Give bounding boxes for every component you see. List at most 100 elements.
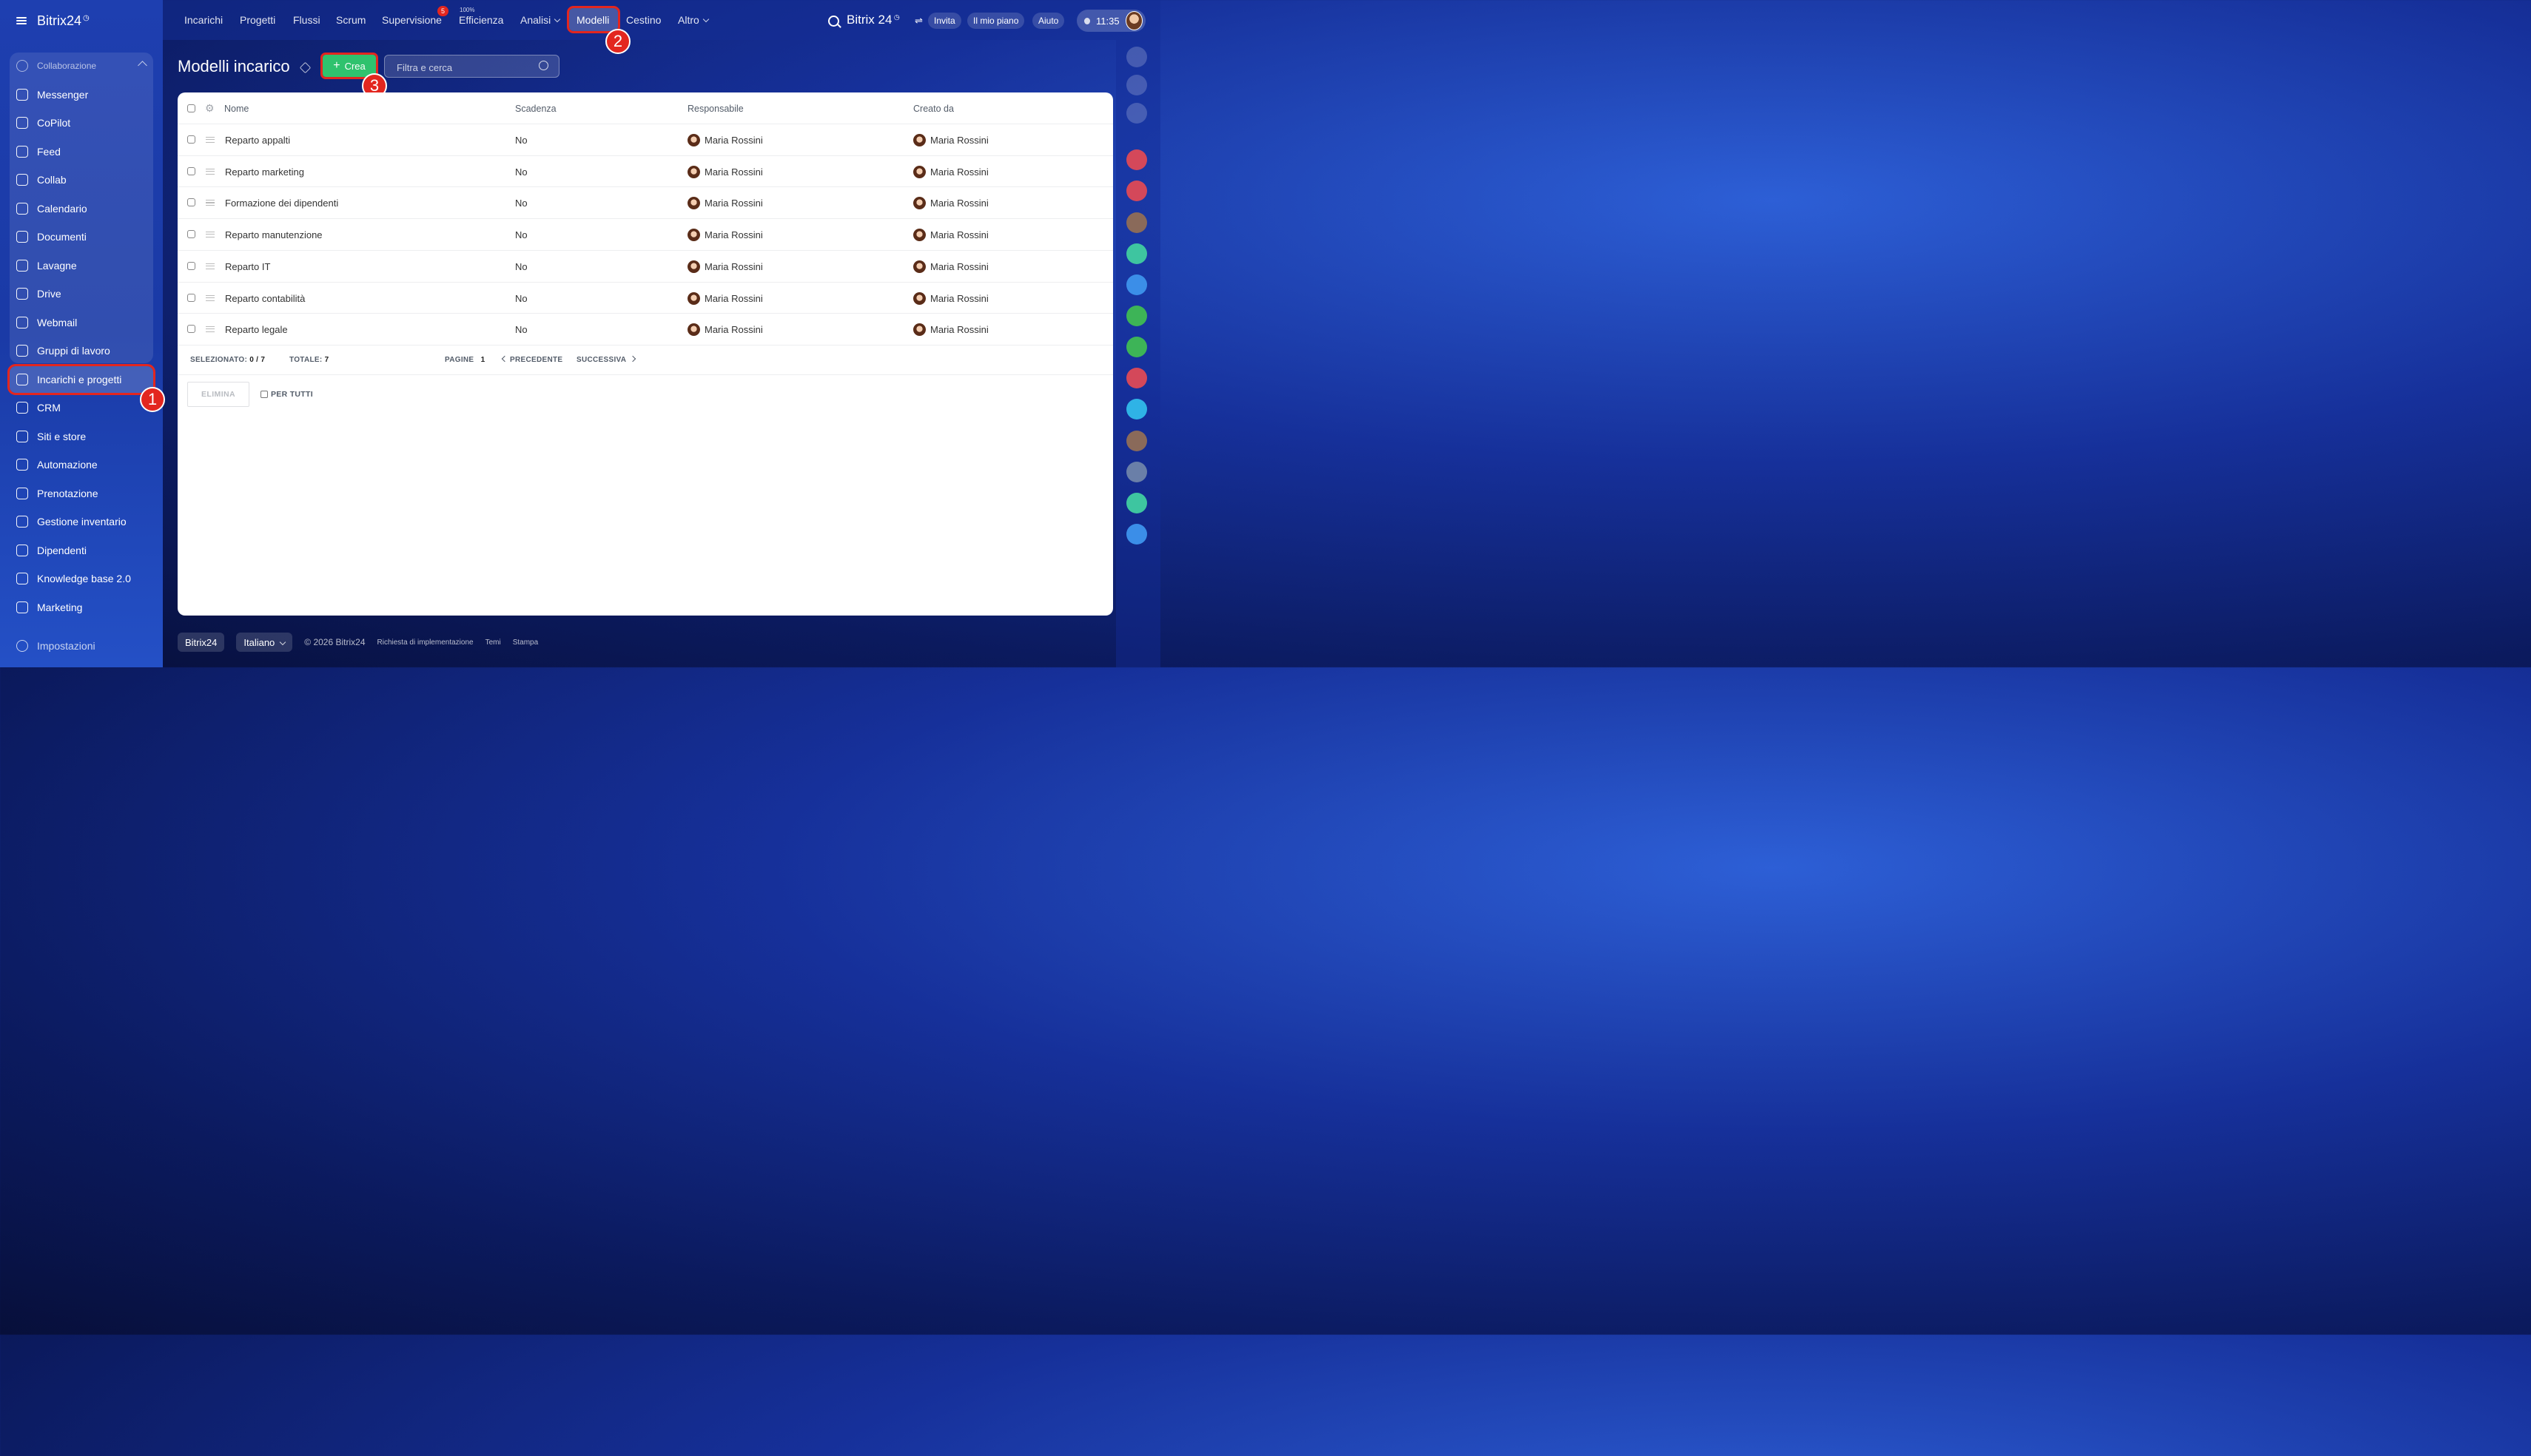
- print-link[interactable]: Stampa: [513, 638, 538, 647]
- creator-user[interactable]: Maria Rossini: [913, 229, 989, 242]
- user-avatar[interactable]: [1125, 11, 1143, 30]
- row-checkbox[interactable]: [187, 166, 195, 175]
- drag-handle-icon[interactable]: [206, 326, 215, 333]
- create-button[interactable]: + Crea: [320, 53, 378, 79]
- sidebar-item-dipendenti[interactable]: Dipendenti: [16, 539, 87, 562]
- nav-item-modelli[interactable]: Modelli: [577, 14, 609, 26]
- notes-chat-icon[interactable]: [1126, 493, 1147, 513]
- responsible-user[interactable]: Maria Rossini: [688, 323, 763, 337]
- search-icon[interactable]: [828, 16, 839, 27]
- drag-handle-icon[interactable]: [206, 137, 215, 143]
- template-name-link[interactable]: Reparto contabilità: [225, 293, 305, 304]
- settings-sliders-icon[interactable]: ⇌: [915, 15, 923, 27]
- row-checkbox[interactable]: [187, 135, 195, 144]
- my-plan-button[interactable]: Il mio piano: [967, 13, 1025, 29]
- responsible-user[interactable]: Maria Rossini: [688, 134, 763, 146]
- sidebar-item-settings[interactable]: Impostazioni: [16, 635, 95, 657]
- brand-logo[interactable]: Bitrix24: [37, 13, 81, 29]
- creator-user[interactable]: Maria Rossini: [913, 134, 989, 146]
- next-page-link[interactable]: SUCCESSIVA: [577, 355, 636, 364]
- column-header-responsible[interactable]: Responsabile: [688, 104, 744, 114]
- filter-search-input[interactable]: [395, 60, 539, 75]
- delete-button[interactable]: ELIMINA: [187, 382, 249, 407]
- bookmark-icon[interactable]: [1126, 524, 1147, 545]
- responsible-user[interactable]: Maria Rossini: [688, 291, 763, 305]
- creator-user[interactable]: Maria Rossini: [913, 323, 989, 337]
- group-chat-icon[interactable]: [1126, 337, 1147, 357]
- drag-handle-icon[interactable]: [206, 232, 215, 238]
- user-chat-avatar[interactable]: [1126, 212, 1147, 233]
- template-name-link[interactable]: Reparto IT: [225, 261, 270, 272]
- nav-item-progetti[interactable]: Progetti: [240, 14, 275, 26]
- template-name-link[interactable]: Formazione dei dipendenti: [225, 198, 338, 209]
- sidebar-item-automazione[interactable]: Automazione: [16, 454, 98, 476]
- drag-handle-icon[interactable]: [206, 168, 215, 175]
- template-name-link[interactable]: Reparto appalti: [225, 135, 290, 146]
- template-name-link[interactable]: Reparto marketing: [225, 166, 304, 178]
- calendar-chat-icon[interactable]: [1126, 274, 1147, 295]
- sidebar-item-prenotazione[interactable]: Prenotazione: [16, 482, 98, 505]
- brand-header[interactable]: Bitrix24 ◷: [16, 12, 90, 30]
- row-checkbox[interactable]: [187, 261, 195, 270]
- row-checkbox[interactable]: [187, 230, 195, 239]
- user-chat-avatar[interactable]: [1126, 431, 1147, 451]
- group-chat-icon[interactable]: [1126, 306, 1147, 326]
- sidebar-item-feed[interactable]: Feed: [16, 141, 61, 163]
- group-chat-icon[interactable]: [1126, 368, 1147, 388]
- responsible-user[interactable]: Maria Rossini: [688, 197, 763, 210]
- creator-user[interactable]: Maria Rossini: [913, 197, 989, 210]
- user-chat-avatar[interactable]: [1126, 462, 1147, 482]
- nav-item-cestino[interactable]: Cestino: [626, 14, 661, 26]
- copilot-rail-icon[interactable]: [1126, 75, 1147, 95]
- responsible-user[interactable]: Maria Rossini: [688, 260, 763, 273]
- nav-item-supervisione[interactable]: Supervisione: [382, 14, 442, 26]
- group-chat-icon[interactable]: [1126, 181, 1147, 201]
- pin-icon[interactable]: [299, 61, 312, 74]
- implementation-link[interactable]: Richiesta di implementazione: [377, 638, 474, 647]
- creator-user[interactable]: Maria Rossini: [913, 260, 989, 273]
- sidebar-item-crm[interactable]: CRM: [16, 397, 61, 419]
- sidebar-item-collab[interactable]: Collab: [16, 169, 67, 191]
- template-name-link[interactable]: Reparto manutenzione: [225, 229, 323, 240]
- sidebar-item-siti-e-store[interactable]: Siti e store: [16, 425, 86, 448]
- creator-user[interactable]: Maria Rossini: [913, 165, 989, 178]
- sidebar-item-messenger[interactable]: Messenger: [16, 84, 88, 106]
- message-chat-icon[interactable]: [1126, 399, 1147, 419]
- chat-search-icon[interactable]: [1126, 103, 1147, 124]
- nav-item-flussi[interactable]: Flussi: [293, 14, 320, 26]
- themes-link[interactable]: Temi: [485, 638, 501, 647]
- sidebar-item-knowledge-base-2-0[interactable]: Knowledge base 2.0: [16, 567, 131, 590]
- column-header-deadline[interactable]: Scadenza: [515, 104, 557, 114]
- row-checkbox[interactable]: [187, 293, 195, 302]
- nav-item-altro[interactable]: Altro: [678, 14, 710, 26]
- sidebar-section-header[interactable]: Collaborazione: [16, 55, 96, 77]
- sidebar-item-drive[interactable]: Drive: [16, 283, 61, 305]
- sidebar-item-incarichi-e-progetti[interactable]: Incarichi e progetti: [16, 368, 121, 391]
- sidebar-item-lavagne[interactable]: Lavagne: [16, 255, 77, 277]
- sidebar-item-gruppi-di-lavoro[interactable]: Gruppi di lavoro: [16, 340, 110, 362]
- row-checkbox[interactable]: [187, 198, 195, 207]
- top-logo[interactable]: Bitrix 24 ◷: [847, 13, 900, 27]
- footer-brand[interactable]: Bitrix24: [178, 633, 225, 652]
- row-checkbox[interactable]: [187, 325, 195, 334]
- bell-icon[interactable]: [1126, 47, 1147, 67]
- sidebar-item-copilot[interactable]: CoPilot: [16, 112, 70, 134]
- help-button[interactable]: Aiuto: [1032, 13, 1065, 29]
- sidebar-item-gestione-inventario[interactable]: Gestione inventario: [16, 510, 127, 533]
- language-selector[interactable]: Italiano: [236, 633, 293, 652]
- creator-user[interactable]: Maria Rossini: [913, 291, 989, 305]
- for-all-toggle[interactable]: PER TUTTI: [261, 390, 313, 399]
- nav-item-efficienza[interactable]: Efficienza: [459, 14, 503, 26]
- sidebar-item-marketing[interactable]: Marketing: [16, 596, 82, 619]
- invite-button[interactable]: Invita: [928, 13, 961, 29]
- menu-burger-icon[interactable]: [16, 17, 27, 24]
- template-name-link[interactable]: Reparto legale: [225, 324, 288, 335]
- si-chat-icon[interactable]: [1126, 243, 1147, 264]
- drag-handle-icon[interactable]: [206, 263, 215, 269]
- gear-icon[interactable]: ⚙: [205, 102, 215, 115]
- select-all-checkbox[interactable]: [187, 104, 195, 112]
- nav-item-incarichi[interactable]: Incarichi: [184, 14, 223, 26]
- filter-search-box[interactable]: [384, 55, 559, 78]
- drag-handle-icon[interactable]: [206, 294, 215, 301]
- column-header-name[interactable]: Nome: [224, 104, 249, 114]
